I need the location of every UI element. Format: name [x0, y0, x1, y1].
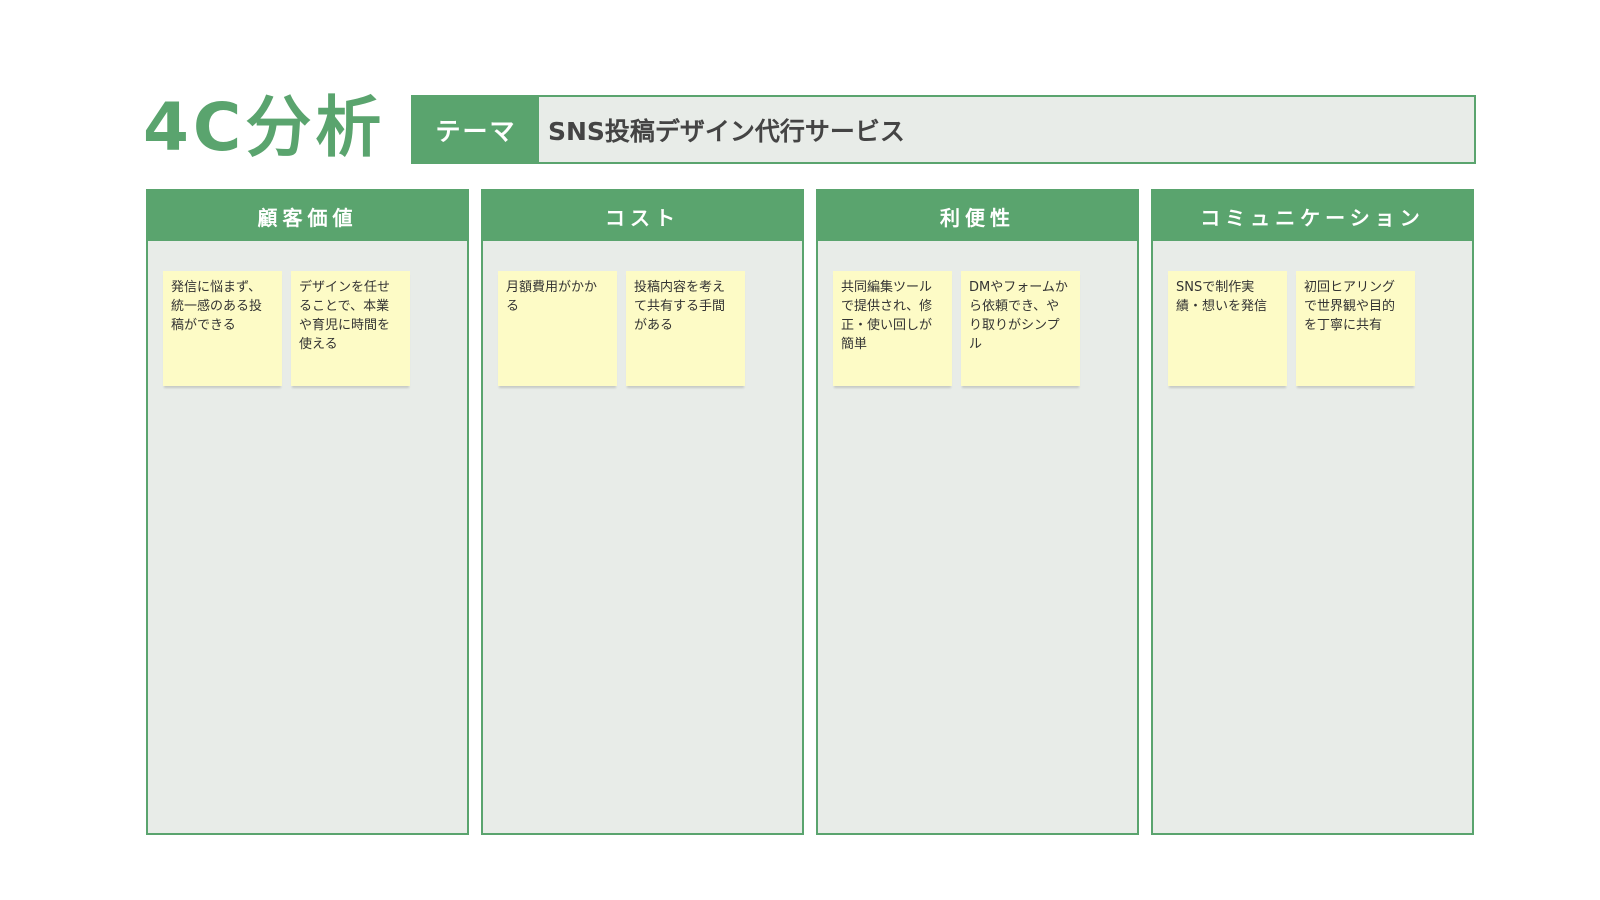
column-convenience: 利便性 共同編集ツールで提供され、修正・使い回しが簡単 DMやフォームから依頼で…	[816, 189, 1139, 835]
column-customer-value: 顧客価値 発信に悩まず、統一感のある投稿ができる デザインを任せることで、本業や…	[146, 189, 469, 835]
theme-bar: テーマ SNS投稿デザイン代行サービス	[411, 95, 1476, 164]
sticky-note[interactable]: DMやフォームから依頼でき、やり取りがシンプル	[961, 271, 1080, 386]
column-header: 利便性	[818, 191, 1137, 241]
column-cost: コスト 月額費用がかかる 投稿内容を考えて共有する手間がある	[481, 189, 804, 835]
column-communication: コミュニケーション SNSで制作実績・想いを発信 初回ヒアリングで世界観や目的を…	[1151, 189, 1474, 835]
sticky-note[interactable]: 投稿内容を考えて共有する手間がある	[626, 271, 745, 386]
sticky-note[interactable]: 発信に悩まず、統一感のある投稿ができる	[163, 271, 282, 386]
notes-area: 月額費用がかかる 投稿内容を考えて共有する手間がある	[483, 241, 802, 386]
sticky-note[interactable]: 月額費用がかかる	[498, 271, 617, 386]
theme-label: テーマ	[413, 97, 539, 162]
column-header: 顧客価値	[148, 191, 467, 241]
page-title: 4C分析	[143, 89, 386, 166]
notes-area: 共同編集ツールで提供され、修正・使い回しが簡単 DMやフォームから依頼でき、やり…	[818, 241, 1137, 386]
column-header: コミュニケーション	[1153, 191, 1472, 241]
sticky-note[interactable]: SNSで制作実績・想いを発信	[1168, 271, 1287, 386]
sticky-note[interactable]: 共同編集ツールで提供され、修正・使い回しが簡単	[833, 271, 952, 386]
column-header: コスト	[483, 191, 802, 241]
notes-area: 発信に悩まず、統一感のある投稿ができる デザインを任せることで、本業や育児に時間…	[148, 241, 467, 386]
notes-area: SNSで制作実績・想いを発信 初回ヒアリングで世界観や目的を丁寧に共有	[1153, 241, 1472, 386]
sticky-note[interactable]: デザインを任せることで、本業や育児に時間を使える	[291, 271, 410, 386]
theme-value[interactable]: SNS投稿デザイン代行サービス	[539, 97, 1474, 162]
sticky-note[interactable]: 初回ヒアリングで世界観や目的を丁寧に共有	[1296, 271, 1415, 386]
